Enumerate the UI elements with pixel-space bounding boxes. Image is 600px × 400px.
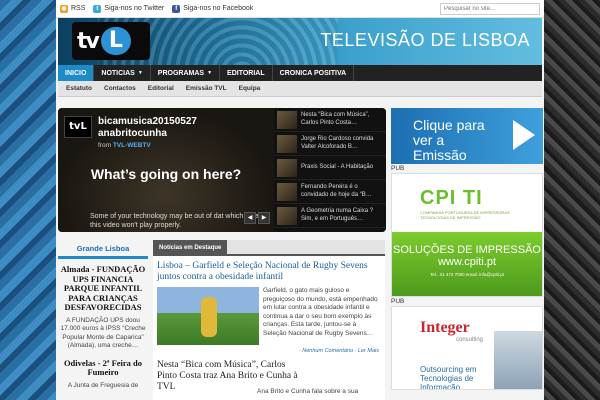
playlist-item-title: Praxis Social - A Habitação bbox=[301, 163, 374, 170]
video-error-heading: What’s going on here? bbox=[90, 166, 242, 182]
cpiti-logo: CPI TI bbox=[420, 186, 483, 209]
cpiti-subtitle: COMPANHIA PORTUGUESA DE IMPRESSORAS TECN… bbox=[420, 209, 510, 220]
article-title[interactable]: Lisboa – Garfield e Seleção Nacional de … bbox=[153, 256, 385, 283]
playlist-thumbnail bbox=[277, 182, 297, 201]
grande-lisboa-column: Grande Lisboa Almada - FUNDAÇÃO UPS FINA… bbox=[58, 240, 148, 390]
video-error-note: Some of your technology may be out of da… bbox=[90, 213, 267, 229]
article-image[interactable] bbox=[157, 287, 259, 345]
integer-logo: Integer bbox=[420, 319, 470, 336]
playlist-thumbnail bbox=[277, 110, 297, 129]
integer-photo bbox=[494, 331, 542, 389]
chevron-left-icon: ◀ bbox=[247, 215, 253, 221]
cpiti-contact: Tel.: 21 472 7000 email: info@cpiti.pt bbox=[430, 272, 504, 277]
ad-label: PUB bbox=[391, 298, 405, 305]
emission-banner[interactable]: Clique para ver a Emissão bbox=[391, 108, 543, 164]
video-source-prefix: from bbox=[98, 142, 111, 149]
playlist-item-title: Nesta “Bica com Música”, Carlos Pinto Co… bbox=[301, 112, 370, 126]
video-source-channel[interactable]: TVL-WEBTV bbox=[113, 142, 151, 149]
play-icon bbox=[513, 120, 535, 150]
article-meta[interactable]: · Nenhum Comentário · Ler Mais bbox=[153, 345, 385, 354]
video-playlist: Nesta “Bica com Música”, Carlos Pinto Co… bbox=[274, 108, 386, 232]
playlist-item[interactable]: Jorge Rio Cardoso convida Valter Alcofor… bbox=[274, 132, 386, 156]
article-excerpt: Garfield, o gato mais guloso e preguiços… bbox=[263, 287, 378, 337]
integer-tagline: Outsourcing em Tecnologias de Informação bbox=[420, 365, 477, 390]
video-source: from TVL-WEBTV bbox=[98, 142, 151, 149]
cpiti-ad[interactable]: CPI TI COMPANHIA PORTUGUESA DE IMPRESSOR… bbox=[391, 173, 543, 297]
chevron-right-icon: ▶ bbox=[261, 215, 267, 221]
content-area: tvL bicamusica20150527 anabritocunha fro… bbox=[56, 0, 544, 400]
integer-subtitle: consulting bbox=[456, 337, 484, 343]
ad-label: PUB bbox=[391, 165, 405, 172]
playlist-item[interactable]: Praxis Social - A Habitação bbox=[274, 156, 386, 180]
emission-banner-text: Clique para ver a Emissão bbox=[413, 117, 485, 163]
tab-featured-news[interactable]: Notícias em Destaque bbox=[153, 240, 228, 256]
article-title[interactable]: Odivelas - 2ª Feira do Fumeiro bbox=[58, 358, 148, 378]
featured-tab-bar: Notícias em Destaque bbox=[153, 240, 385, 256]
video-player[interactable]: tvL bicamusica20150527 anabritocunha fro… bbox=[58, 108, 386, 232]
background-left-pattern bbox=[0, 0, 60, 400]
cpiti-website: www.cpiti.pt bbox=[437, 256, 497, 268]
section-heading[interactable]: Grande Lisboa bbox=[58, 240, 148, 259]
background-right-pattern bbox=[542, 0, 600, 400]
article-excerpt: A Junta de Freguesia de bbox=[67, 381, 139, 389]
featured-news: Notícias em Destaque Lisboa – Garfield e… bbox=[153, 240, 385, 400]
next-arrow-button[interactable]: ▶ bbox=[258, 212, 270, 224]
cpiti-headline: SOLUÇÕES DE IMPRESSÃO bbox=[393, 244, 541, 256]
playlist-item-title: Fernando Pereira é o convidado de hoje d… bbox=[301, 184, 372, 198]
playlist-item[interactable]: A Geometria numa Caixa ? Sim, e em Portu… bbox=[274, 204, 386, 228]
playlist-thumbnail bbox=[277, 158, 297, 177]
article-title[interactable]: Almada - FUNDAÇÃO UPS FINANCIA PARQUE IN… bbox=[58, 264, 148, 313]
integer-ad[interactable]: Integer consulting Outsourcing em Tecnol… bbox=[391, 306, 543, 390]
playlist-item[interactable]: Fernando Pereira é o convidado de hoje d… bbox=[274, 180, 386, 204]
prev-arrow-button[interactable]: ◀ bbox=[244, 212, 256, 224]
playlist-thumbnail bbox=[277, 134, 297, 153]
playlist-thumbnail bbox=[277, 206, 297, 225]
right-sidebar: Clique para ver a Emissão PUB CPI TI COM… bbox=[391, 108, 543, 390]
article-excerpt: Ana Brito e Cunha fala sobre a sua bbox=[257, 388, 359, 395]
video-frame[interactable]: tvL bicamusica20150527 anabritocunha fro… bbox=[58, 108, 274, 232]
article-body: Garfield, o gato mais guloso e preguiços… bbox=[153, 283, 385, 345]
playlist-item[interactable]: Nesta “Bica com Música”, Carlos Pinto Co… bbox=[274, 108, 386, 132]
playlist-item-title: Jorge Rio Cardoso convida Valter Alcofor… bbox=[301, 136, 374, 150]
garfield-mascot-figure bbox=[201, 297, 217, 337]
video-channel-logo[interactable]: tvL bbox=[64, 116, 92, 138]
video-title[interactable]: bicamusica20150527 anabritocunha bbox=[98, 116, 268, 140]
playlist-item-title: A Geometria numa Caixa ? Sim, e em Portu… bbox=[301, 208, 374, 222]
article-excerpt: A FUNDAÇÃO UPS doou 17.000 euros à IPSS … bbox=[60, 316, 146, 350]
